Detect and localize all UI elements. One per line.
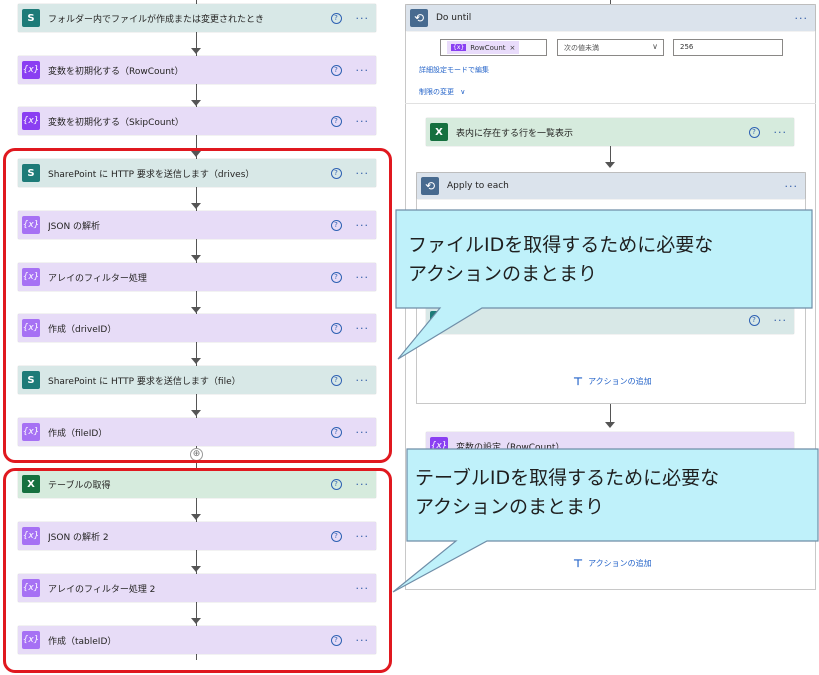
table-id-callout-line2: アクションのまとまり: [415, 496, 605, 518]
file-id-callout-line1: ファイルIDを取得するために必要な: [408, 234, 714, 256]
callout-shapes: [392, 209, 819, 593]
table-id-callout-line1: テーブルIDを取得するために必要な: [415, 467, 720, 489]
file-id-callout-line2: アクションのまとまり: [408, 263, 598, 285]
table-id-callout-text: テーブルIDを取得するために必要な アクションのまとまり: [415, 464, 719, 522]
file-id-callout-text: ファイルIDを取得するために必要な アクションのまとまり: [408, 231, 713, 289]
